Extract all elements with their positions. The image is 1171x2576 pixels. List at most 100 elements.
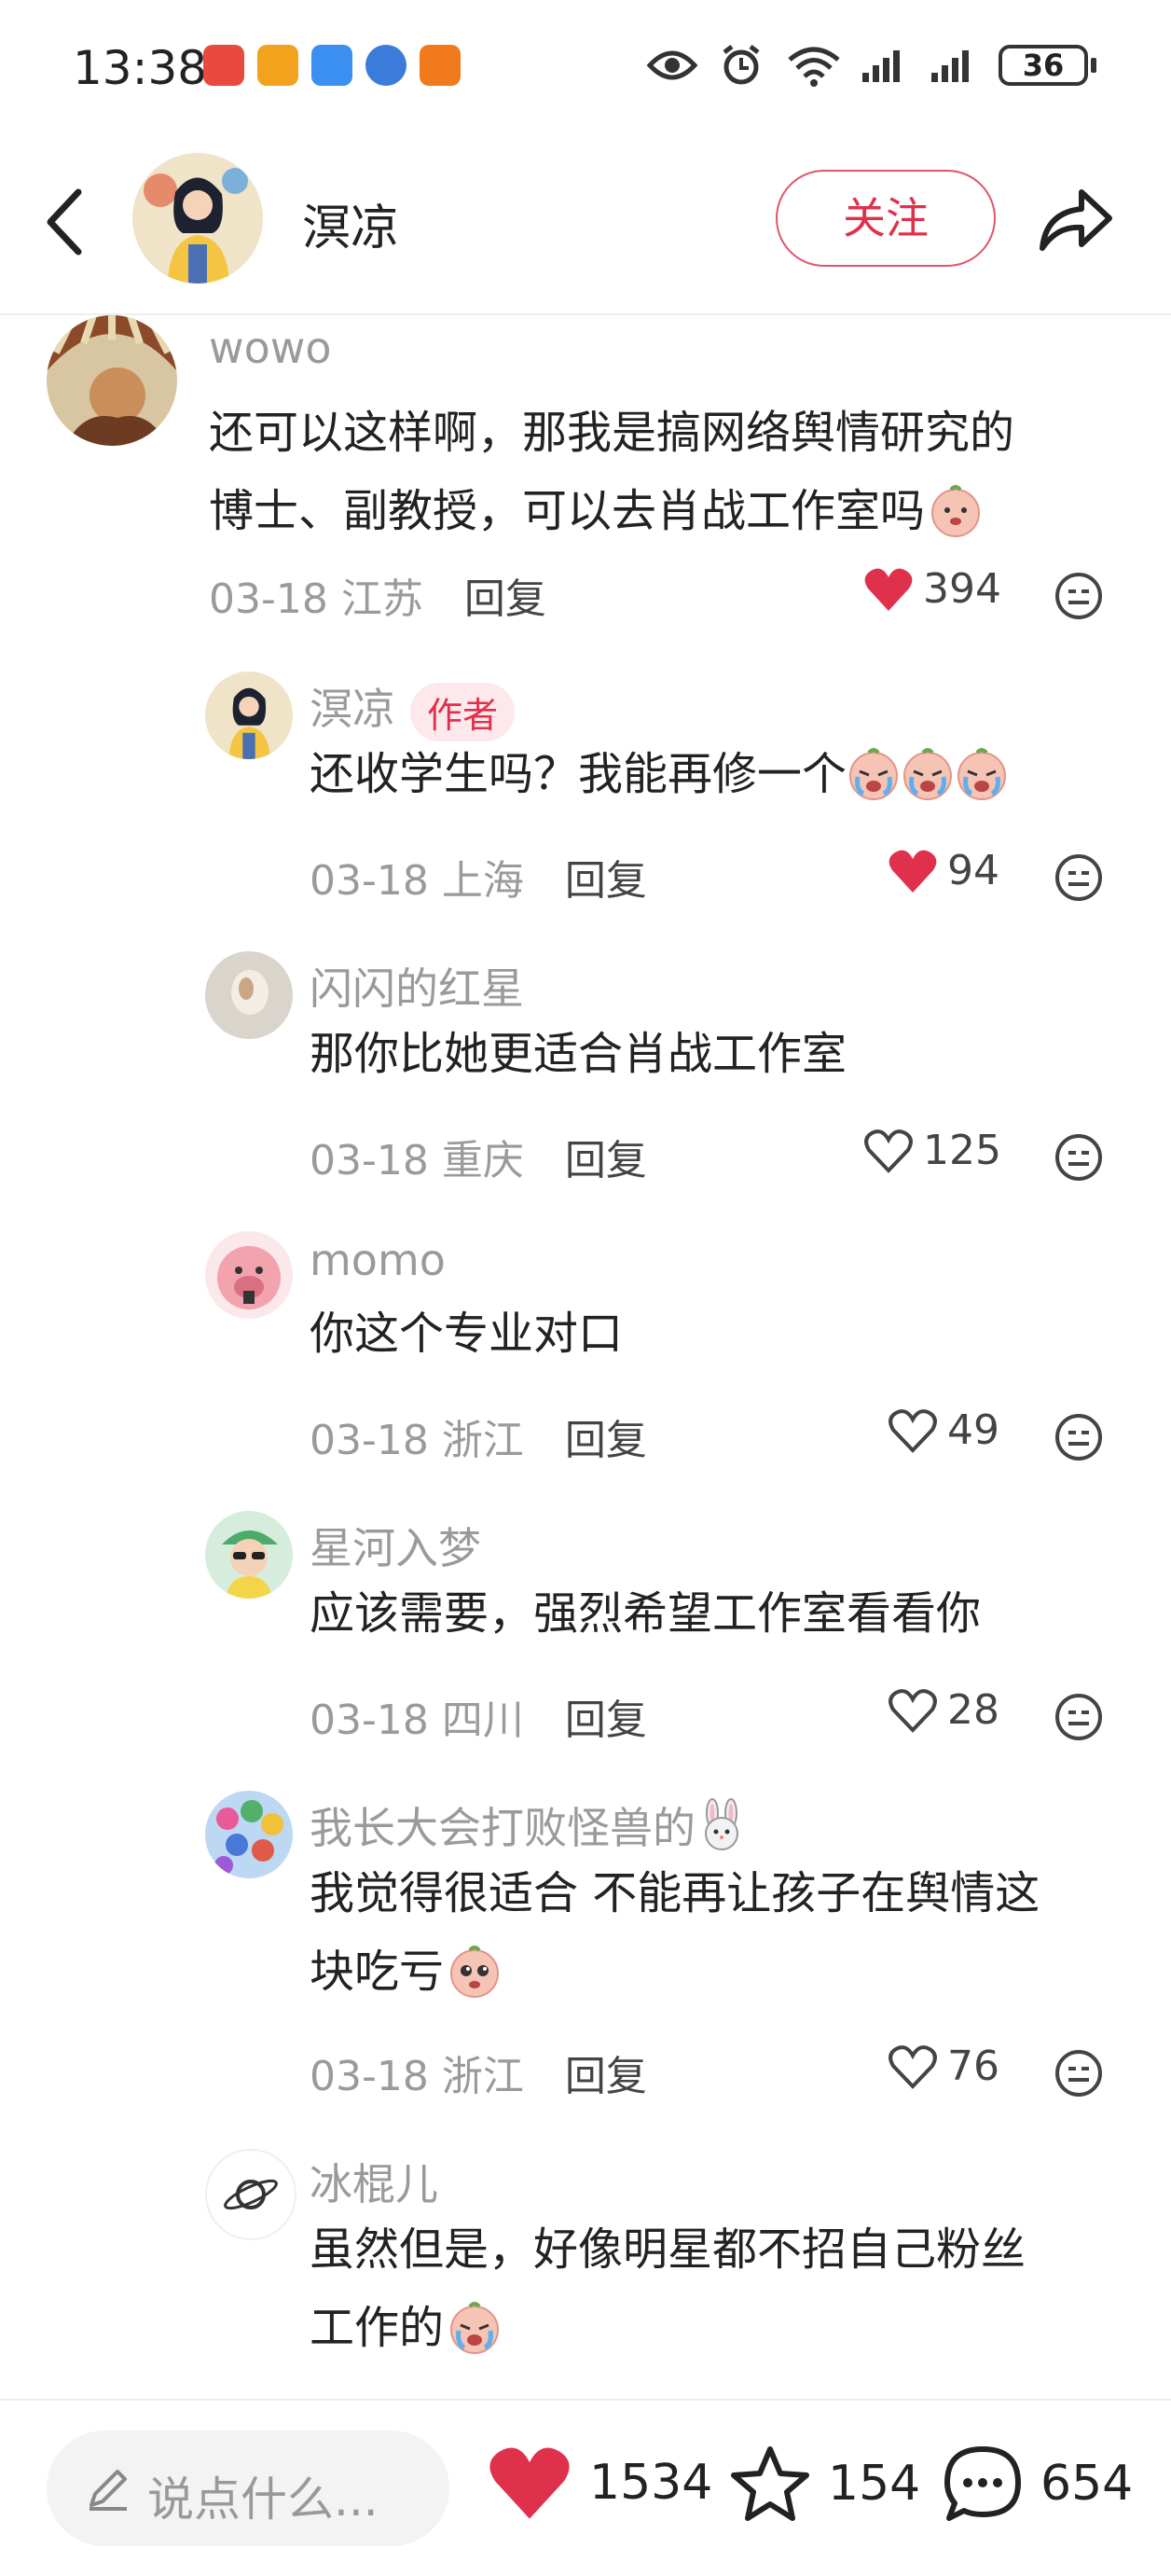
- comment-input[interactable]: 说点什么...: [47, 2431, 449, 2546]
- comment-username[interactable]: 星河入梦: [310, 1515, 481, 1576]
- reply-button[interactable]: 回复: [565, 1137, 647, 1184]
- chat-bubble-icon: [944, 2446, 1021, 2521]
- comment-date: 03-18: [310, 857, 429, 905]
- comment-date: 03-18: [310, 2053, 429, 2100]
- username-text: 溟凉: [310, 684, 395, 734]
- author-avatar[interactable]: [132, 153, 263, 284]
- reply-button[interactable]: 回复: [565, 2053, 647, 2100]
- weibo-notification-icon: [257, 45, 298, 86]
- heart-outline-icon: [889, 2044, 937, 2089]
- heart-outline-icon: [889, 1408, 937, 1453]
- emoji-react-icon[interactable]: [1054, 571, 1104, 621]
- comment-text-line: 我觉得很适合 不能再让孩子在舆情这: [310, 1867, 1040, 1919]
- like-count: 94: [947, 847, 999, 894]
- avatar[interactable]: [47, 315, 177, 446]
- pen-icon: [90, 2470, 127, 2511]
- heart-outline-icon: [864, 1129, 913, 1173]
- comment-text-line: 你这个专业对口: [310, 1308, 624, 1360]
- emoji-react-icon[interactable]: [1054, 2048, 1104, 2098]
- avatar[interactable]: [205, 951, 293, 1039]
- comment-text-line: 博士、副教授，可以去肖战工作室吗: [209, 485, 926, 537]
- like-button[interactable]: 125: [863, 1127, 1001, 1174]
- avatar[interactable]: [205, 1231, 293, 1319]
- comment-username[interactable]: wowo: [209, 323, 332, 373]
- comment-date: 03-18: [310, 1697, 429, 1744]
- rabbit-emoji: [705, 1798, 738, 1850]
- back-arrow-icon[interactable]: [41, 185, 88, 259]
- crying-emoji: [849, 748, 899, 800]
- comment-date: 03-18: [209, 575, 328, 623]
- comment-text-line: 还收学生吗？我能再修一个: [310, 748, 847, 800]
- comment-region: 浙江: [441, 2053, 524, 2100]
- like-count: 125: [923, 1127, 1001, 1174]
- comment-text-line: 块吃亏: [310, 1946, 445, 1998]
- comment-region: 江苏: [340, 575, 423, 623]
- comment-meta: 03-18 江苏 回复: [209, 565, 546, 625]
- like-button[interactable]: 28: [888, 1686, 999, 1734]
- emoji-react-icon[interactable]: [1054, 1692, 1104, 1742]
- comment-date: 03-18: [310, 1417, 429, 1464]
- reply-button[interactable]: 回复: [565, 857, 647, 905]
- status-time: 13:38: [73, 41, 208, 95]
- comment-count: 654: [1040, 2456, 1134, 2512]
- heart-filled-icon: [864, 568, 913, 611]
- battery-indicator: 36: [999, 45, 1096, 86]
- comment-region: 四川: [441, 1697, 524, 1744]
- username-text: 我长大会打败怪兽的: [310, 1803, 696, 1853]
- reply-button[interactable]: 回复: [565, 1697, 647, 1744]
- author-name[interactable]: 溟凉: [302, 188, 399, 258]
- comment-username[interactable]: momo: [310, 1235, 446, 1285]
- avatar[interactable]: [205, 1791, 293, 1878]
- comment-text-line: 工作的: [310, 2302, 445, 2354]
- comment-meta: 03-18 浙江 回复: [310, 1406, 647, 1466]
- emoji-react-icon[interactable]: [1054, 1132, 1104, 1183]
- like-post-button[interactable]: 1534: [487, 2444, 712, 2522]
- comment-text-line: 应该需要，强烈希望工作室看看你: [310, 1587, 982, 1640]
- comment-region: 浙江: [441, 1417, 524, 1464]
- system-icons: 36: [646, 43, 1096, 88]
- like-button[interactable]: 49: [888, 1406, 999, 1454]
- star-icon: [731, 2446, 809, 2521]
- heart-filled-icon: [489, 2447, 570, 2519]
- like-count: 28: [947, 1686, 999, 1734]
- app2-notification-icon: [420, 45, 461, 86]
- avatar[interactable]: [205, 2149, 296, 2240]
- avatar[interactable]: [205, 1511, 293, 1599]
- comment-date: 03-18: [310, 1137, 429, 1184]
- wifi-icon: [788, 47, 840, 87]
- share-icon[interactable]: [1035, 179, 1115, 259]
- comments-button[interactable]: 654: [942, 2444, 1133, 2524]
- input-placeholder: 说点什么...: [147, 2472, 379, 2527]
- comment-username[interactable]: 冰棍儿: [310, 2151, 438, 2212]
- signal-icon: [862, 50, 900, 82]
- follow-button[interactable]: 关注: [776, 170, 996, 267]
- emoji-react-icon[interactable]: [1054, 852, 1104, 903]
- face-emoji: [931, 485, 981, 537]
- like-button[interactable]: 94: [888, 847, 999, 894]
- comment-username[interactable]: 闪闪的红星: [310, 955, 524, 1017]
- comment-meta: 03-18 浙江 回复: [310, 2043, 647, 2102]
- like-button[interactable]: 394: [863, 565, 1001, 613]
- like-button[interactable]: 76: [888, 2043, 999, 2090]
- signal-icon-2: [931, 50, 969, 82]
- status-bar: 13:38 36: [0, 0, 1171, 140]
- like-count: 394: [923, 565, 1001, 613]
- pleading-emoji: [450, 1946, 500, 1998]
- post-like-count: 1534: [589, 2455, 713, 2511]
- like-count: 76: [947, 2043, 999, 2090]
- crying-emoji: [957, 748, 1007, 800]
- cloud-notification-icon: [311, 45, 352, 86]
- author-tag: 作者: [410, 683, 516, 741]
- avatar[interactable]: [205, 672, 293, 759]
- like-count: 49: [947, 1406, 999, 1454]
- comment-username[interactable]: 溟凉 作者: [310, 675, 516, 741]
- comment-region: 上海: [441, 857, 524, 905]
- favorite-button[interactable]: 154: [729, 2444, 920, 2524]
- comment-meta: 03-18 重庆 回复: [310, 1127, 647, 1186]
- reply-button[interactable]: 回复: [565, 1417, 647, 1464]
- emoji-react-icon[interactable]: [1054, 1412, 1104, 1462]
- reply-button[interactable]: 回复: [464, 575, 546, 623]
- comment-username[interactable]: 我长大会打败怪兽的: [310, 1794, 748, 1856]
- notification-icons: [203, 45, 461, 86]
- favorite-count: 154: [828, 2456, 921, 2512]
